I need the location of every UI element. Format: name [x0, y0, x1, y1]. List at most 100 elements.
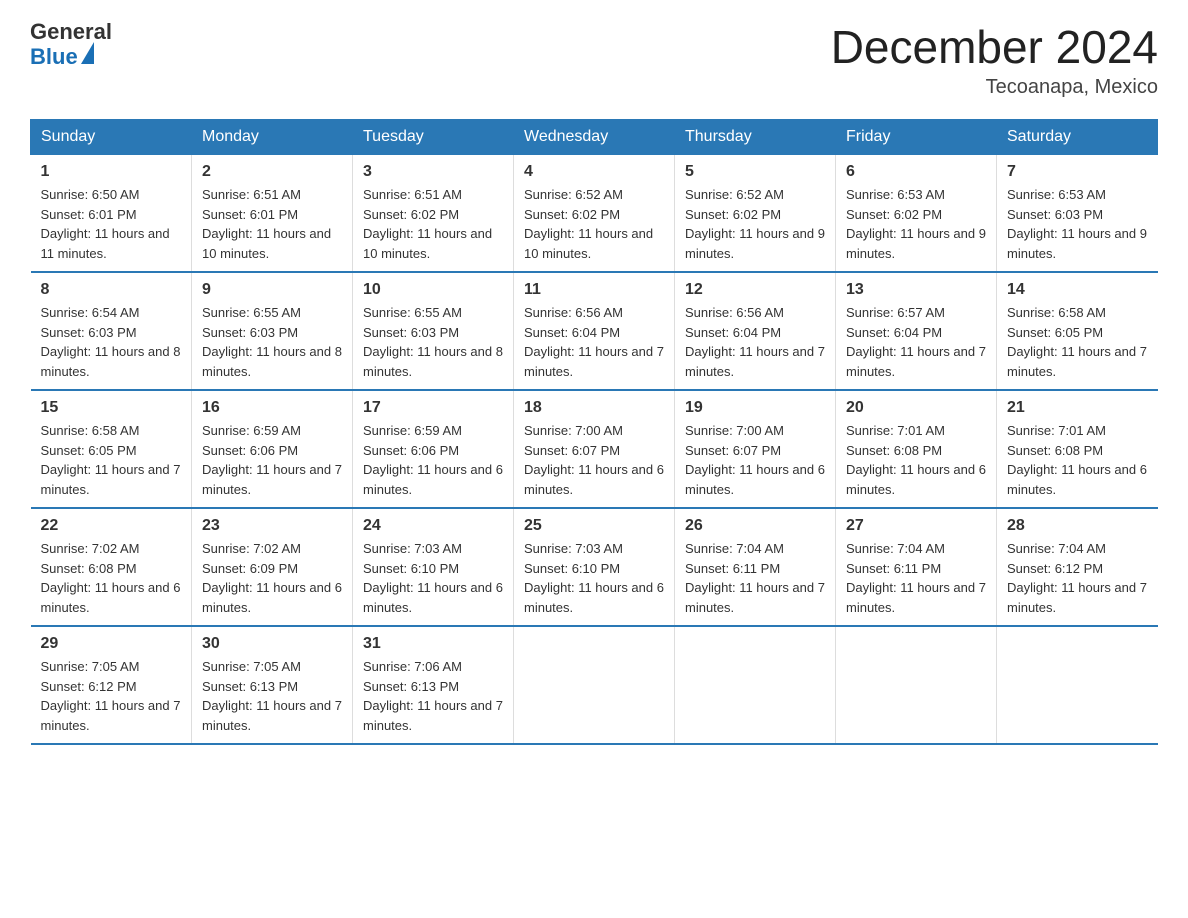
day-number: 12 [685, 281, 825, 299]
day-cell: 5Sunrise: 6:52 AMSunset: 6:02 PMDaylight… [675, 155, 836, 273]
day-cell: 17 Sunrise: 6:59 AMSunset: 6:06 PMDayligh… [353, 390, 514, 508]
day-cell: 27 Sunrise: 7:04 AMSunset: 6:11 PMDayligh… [836, 508, 997, 626]
day-cell: 23 Sunrise: 7:02 AMSunset: 6:09 PMDayligh… [192, 508, 353, 626]
day-info: Sunrise: 6:52 AMSunset: 6:02 PMDaylight:… [524, 185, 664, 263]
header-monday: Monday [192, 120, 353, 155]
day-info: Sunrise: 6:57 AMSunset: 6:04 PMDaylight:… [846, 303, 986, 381]
day-cell: 1 Sunrise: 6:50 AMSunset: 6:01 PMDaylight… [31, 155, 192, 273]
day-cell: 18 Sunrise: 7:00 AMSunset: 6:07 PMDayligh… [514, 390, 675, 508]
day-number: 23 [202, 517, 342, 535]
logo-blue-text: Blue [30, 45, 78, 69]
location-title: Tecoanapa, Mexico [831, 76, 1158, 99]
day-info: Sunrise: 6:51 AMSunset: 6:01 PMDaylight:… [202, 185, 342, 263]
day-info: Sunrise: 6:56 AMSunset: 6:04 PMDaylight:… [685, 303, 825, 381]
day-number: 25 [524, 517, 664, 535]
day-cell: 29 Sunrise: 7:05 AMSunset: 6:12 PMDayligh… [31, 626, 192, 744]
day-number: 16 [202, 399, 342, 417]
day-number: 14 [1007, 281, 1148, 299]
day-info: Sunrise: 7:05 AMSunset: 6:12 PMDaylight:… [41, 657, 182, 735]
header-sunday: Sunday [31, 120, 192, 155]
day-cell: 3Sunrise: 6:51 AMSunset: 6:02 PMDaylight… [353, 155, 514, 273]
day-info: Sunrise: 6:59 AMSunset: 6:06 PMDaylight:… [363, 421, 503, 499]
day-cell: 11Sunrise: 6:56 AMSunset: 6:04 PMDayligh… [514, 272, 675, 390]
day-cell: 2 Sunrise: 6:51 AMSunset: 6:01 PMDaylight… [192, 155, 353, 273]
day-info: Sunrise: 7:02 AMSunset: 6:09 PMDaylight:… [202, 539, 342, 617]
day-number: 19 [685, 399, 825, 417]
header-friday: Friday [836, 120, 997, 155]
week-row-4: 22 Sunrise: 7:02 AMSunset: 6:08 PMDayligh… [31, 508, 1158, 626]
day-number: 20 [846, 399, 986, 417]
day-cell: 25 Sunrise: 7:03 AMSunset: 6:10 PMDayligh… [514, 508, 675, 626]
day-number: 28 [1007, 517, 1148, 535]
day-number: 18 [524, 399, 664, 417]
title-block: December 2024 Tecoanapa, Mexico [831, 20, 1158, 99]
day-info: Sunrise: 6:50 AMSunset: 6:01 PMDaylight:… [41, 185, 182, 263]
day-info: Sunrise: 7:01 AMSunset: 6:08 PMDaylight:… [1007, 421, 1148, 499]
day-cell: 22 Sunrise: 7:02 AMSunset: 6:08 PMDayligh… [31, 508, 192, 626]
day-info: Sunrise: 6:51 AMSunset: 6:02 PMDaylight:… [363, 185, 503, 263]
header-wednesday: Wednesday [514, 120, 675, 155]
day-info: Sunrise: 6:55 AMSunset: 6:03 PMDaylight:… [202, 303, 342, 381]
day-cell [836, 626, 997, 744]
day-info: Sunrise: 6:56 AMSunset: 6:04 PMDaylight:… [524, 303, 664, 381]
day-info: Sunrise: 7:03 AMSunset: 6:10 PMDaylight:… [524, 539, 664, 617]
day-number: 1 [41, 163, 182, 181]
day-number: 6 [846, 163, 986, 181]
day-info: Sunrise: 7:00 AMSunset: 6:07 PMDaylight:… [685, 421, 825, 499]
day-info: Sunrise: 7:04 AMSunset: 6:11 PMDaylight:… [685, 539, 825, 617]
day-info: Sunrise: 7:04 AMSunset: 6:11 PMDaylight:… [846, 539, 986, 617]
day-number: 17 [363, 399, 503, 417]
day-cell: 4 Sunrise: 6:52 AMSunset: 6:02 PMDaylight… [514, 155, 675, 273]
day-info: Sunrise: 7:06 AMSunset: 6:13 PMDaylight:… [363, 657, 503, 735]
week-row-2: 8Sunrise: 6:54 AMSunset: 6:03 PMDaylight… [31, 272, 1158, 390]
day-cell: 30Sunrise: 7:05 AMSunset: 6:13 PMDayligh… [192, 626, 353, 744]
day-cell: 24Sunrise: 7:03 AMSunset: 6:10 PMDayligh… [353, 508, 514, 626]
month-title: December 2024 [831, 20, 1158, 74]
header-tuesday: Tuesday [353, 120, 514, 155]
page-header: General Blue December 2024 Tecoanapa, Me… [30, 20, 1158, 99]
week-row-1: 1 Sunrise: 6:50 AMSunset: 6:01 PMDaylight… [31, 155, 1158, 273]
day-info: Sunrise: 7:02 AMSunset: 6:08 PMDaylight:… [41, 539, 182, 617]
day-cell: 10 Sunrise: 6:55 AMSunset: 6:03 PMDayligh… [353, 272, 514, 390]
day-info: Sunrise: 6:58 AMSunset: 6:05 PMDaylight:… [1007, 303, 1148, 381]
day-number: 27 [846, 517, 986, 535]
day-cell: 13 Sunrise: 6:57 AMSunset: 6:04 PMDayligh… [836, 272, 997, 390]
day-info: Sunrise: 6:53 AMSunset: 6:02 PMDaylight:… [846, 185, 986, 263]
day-number: 29 [41, 635, 182, 653]
week-row-5: 29 Sunrise: 7:05 AMSunset: 6:12 PMDayligh… [31, 626, 1158, 744]
day-info: Sunrise: 6:52 AMSunset: 6:02 PMDaylight:… [685, 185, 825, 263]
day-cell [675, 626, 836, 744]
day-number: 31 [363, 635, 503, 653]
logo-general-text: General [30, 20, 112, 44]
day-info: Sunrise: 6:55 AMSunset: 6:03 PMDaylight:… [363, 303, 503, 381]
day-cell: 31 Sunrise: 7:06 AMSunset: 6:13 PMDayligh… [353, 626, 514, 744]
calendar-table: SundayMondayTuesdayWednesdayThursdayFrid… [30, 119, 1158, 745]
day-cell: 21Sunrise: 7:01 AMSunset: 6:08 PMDayligh… [997, 390, 1158, 508]
header-saturday: Saturday [997, 120, 1158, 155]
logo-triangle [81, 42, 94, 64]
day-cell: 12 Sunrise: 6:56 AMSunset: 6:04 PMDayligh… [675, 272, 836, 390]
day-number: 7 [1007, 163, 1148, 181]
day-cell: 9 Sunrise: 6:55 AMSunset: 6:03 PMDaylight… [192, 272, 353, 390]
day-info: Sunrise: 7:04 AMSunset: 6:12 PMDaylight:… [1007, 539, 1148, 617]
day-cell: 15Sunrise: 6:58 AMSunset: 6:05 PMDayligh… [31, 390, 192, 508]
day-cell: 7Sunrise: 6:53 AMSunset: 6:03 PMDaylight… [997, 155, 1158, 273]
day-cell: 20Sunrise: 7:01 AMSunset: 6:08 PMDayligh… [836, 390, 997, 508]
day-number: 13 [846, 281, 986, 299]
day-cell: 16 Sunrise: 6:59 AMSunset: 6:06 PMDayligh… [192, 390, 353, 508]
day-info: Sunrise: 7:00 AMSunset: 6:07 PMDaylight:… [524, 421, 664, 499]
day-number: 4 [524, 163, 664, 181]
day-cell [514, 626, 675, 744]
day-info: Sunrise: 6:54 AMSunset: 6:03 PMDaylight:… [41, 303, 182, 381]
day-number: 10 [363, 281, 503, 299]
day-cell: 8Sunrise: 6:54 AMSunset: 6:03 PMDaylight… [31, 272, 192, 390]
day-info: Sunrise: 6:58 AMSunset: 6:05 PMDaylight:… [41, 421, 182, 499]
day-number: 9 [202, 281, 342, 299]
header-thursday: Thursday [675, 120, 836, 155]
logo: General Blue [30, 20, 112, 71]
day-number: 2 [202, 163, 342, 181]
day-number: 22 [41, 517, 182, 535]
day-cell: 19 Sunrise: 7:00 AMSunset: 6:07 PMDayligh… [675, 390, 836, 508]
calendar-header: SundayMondayTuesdayWednesdayThursdayFrid… [31, 120, 1158, 155]
day-info: Sunrise: 6:59 AMSunset: 6:06 PMDaylight:… [202, 421, 342, 499]
